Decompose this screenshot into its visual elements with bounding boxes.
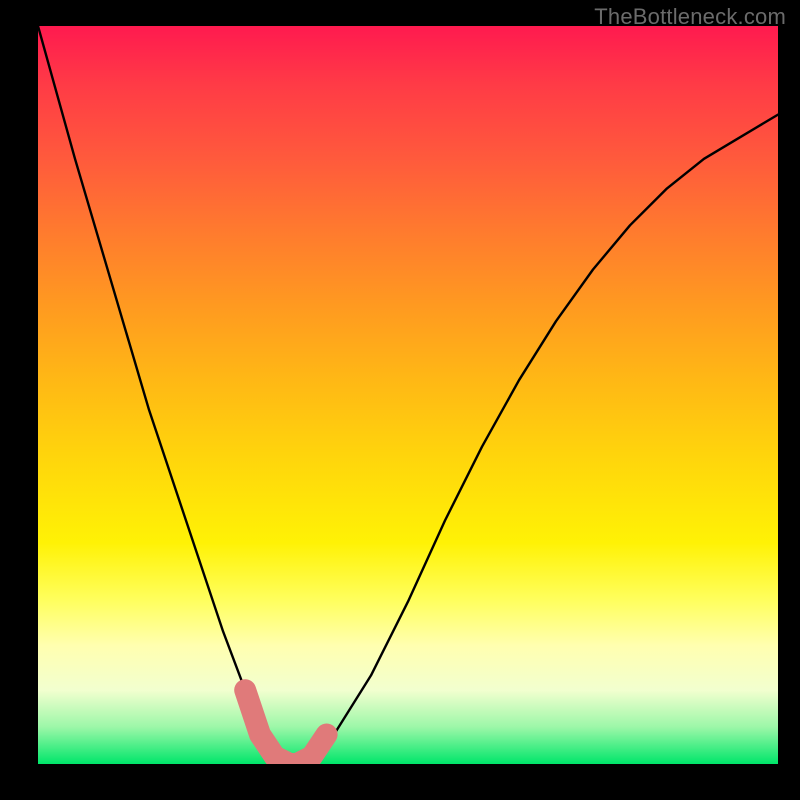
plot-area	[38, 26, 778, 764]
chart-frame: TheBottleneck.com	[0, 0, 800, 800]
watermark-text: TheBottleneck.com	[594, 4, 786, 30]
valley-highlight	[245, 690, 326, 764]
chart-canvas	[38, 26, 778, 764]
bottleneck-curve	[38, 26, 778, 764]
